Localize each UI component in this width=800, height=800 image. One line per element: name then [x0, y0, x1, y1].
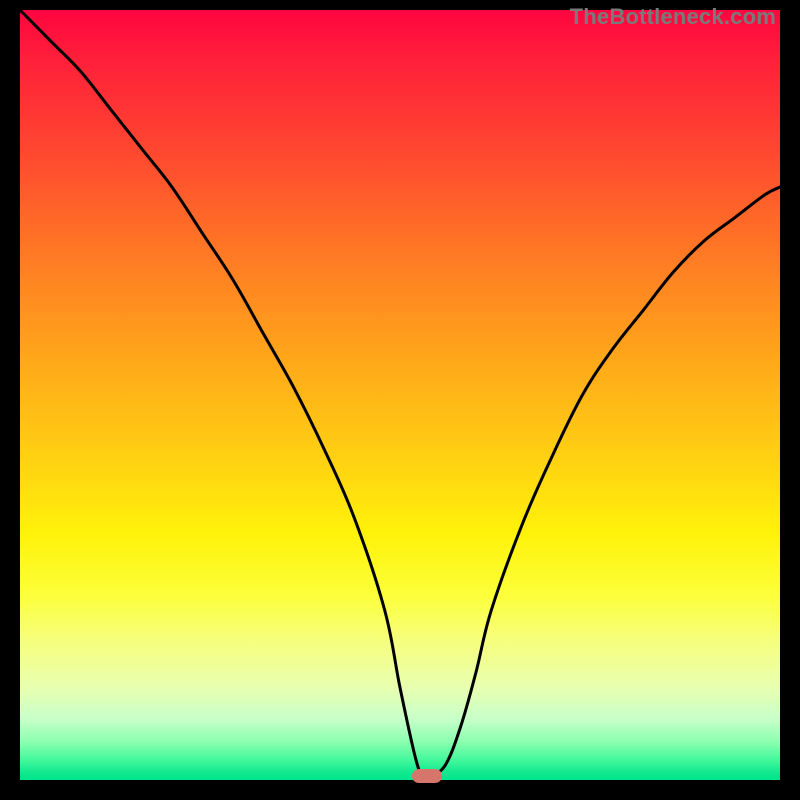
chart-frame: TheBottleneck.com [0, 0, 800, 800]
gradient-plot-area [20, 10, 780, 780]
watermark-text: TheBottleneck.com [570, 4, 776, 30]
